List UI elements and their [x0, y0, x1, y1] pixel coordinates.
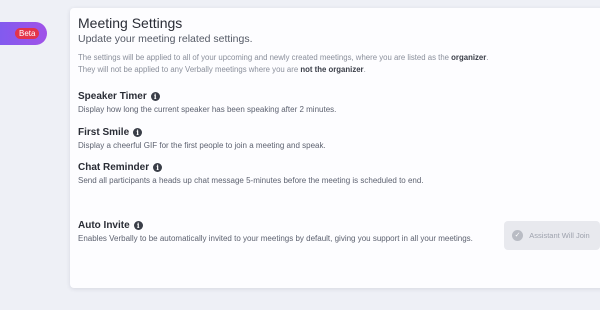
notice-line1-end: .	[486, 53, 489, 62]
notice-organizer-emphasis: organizer	[451, 53, 487, 62]
info-icon[interactable]: i	[150, 91, 160, 101]
notice-not-organizer-emphasis: not the organizer	[300, 65, 364, 74]
info-icon[interactable]: i	[133, 127, 143, 137]
setting-description: Display a cheerful GIF for the first peo…	[78, 141, 326, 150]
setting-title: Chat Reminder	[78, 161, 150, 173]
setting-description: Send all participants a heads up chat me…	[78, 176, 424, 185]
assistant-will-join-button[interactable]: ✓ Assistant Will Join	[504, 221, 600, 250]
setting-first-smile: First Smile i Display a cheerful GIF for…	[78, 125, 478, 152]
assistant-button-label: Assistant Will Join	[529, 231, 590, 240]
setting-auto-invite: Auto Invite i Enables Verbally to be aut…	[78, 218, 478, 245]
beta-badge: Beta	[15, 28, 40, 39]
setting-title: Speaker Timer	[78, 90, 147, 102]
page-subtitle: Update your meeting related settings.	[78, 33, 253, 45]
info-icon[interactable]: i	[133, 220, 143, 230]
check-circle-icon: ✓	[512, 230, 523, 241]
page-title: Meeting Settings	[78, 15, 183, 31]
setting-speaker-timer: Speaker Timer i Display how long the cur…	[78, 89, 478, 116]
setting-description: Enables Verbally to be automatically inv…	[78, 234, 473, 243]
setting-chat-reminder: Chat Reminder i Send all participants a …	[78, 160, 548, 187]
notice-line1-text: The settings will be applied to all of y…	[78, 53, 452, 62]
settings-scope-notice: The settings will be applied to all of y…	[78, 52, 548, 76]
notice-line2-end: .	[363, 65, 366, 74]
setting-title: First Smile	[78, 126, 130, 138]
meeting-settings-card: Meeting Settings Update your meeting rel…	[70, 8, 600, 288]
info-icon[interactable]: i	[153, 162, 163, 172]
setting-description: Display how long the current speaker has…	[78, 105, 337, 114]
notice-line2-text: They will not be applied to any Verbally…	[78, 65, 301, 74]
setting-title: Auto Invite	[78, 219, 130, 231]
